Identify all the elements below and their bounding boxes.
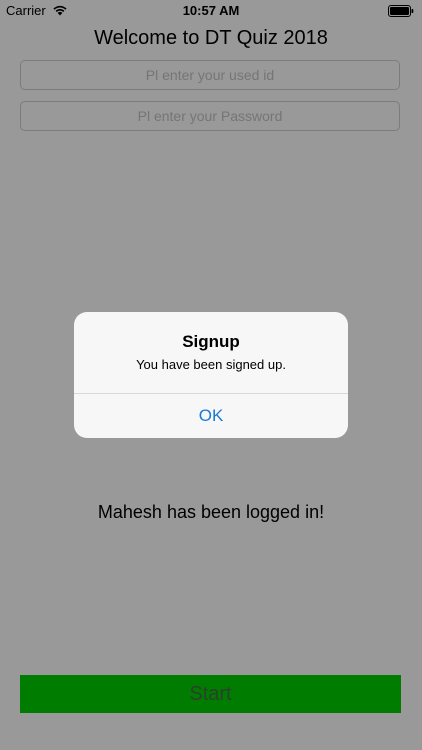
signup-alert: Signup You have been signed up. OK bbox=[74, 312, 348, 438]
alert-message: You have been signed up. bbox=[136, 357, 286, 372]
alert-ok-button[interactable]: OK bbox=[74, 394, 348, 438]
alert-title: Signup bbox=[182, 332, 240, 351]
